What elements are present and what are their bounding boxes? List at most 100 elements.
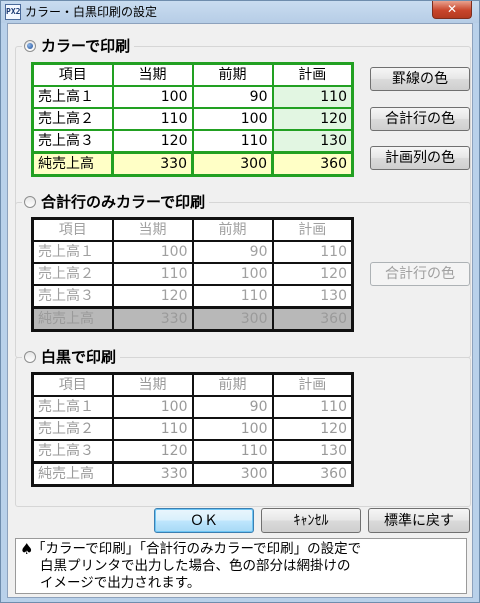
radio-total-row-color[interactable]: 合計行のみカラーで印刷: [22, 192, 210, 212]
info-text-line: イメージで出力されます。: [40, 575, 201, 591]
table-cell: 330: [111, 461, 194, 487]
table-cell: 売上高２: [31, 417, 114, 441]
close-button[interactable]: ✕: [432, 1, 472, 19]
cancel-button[interactable]: ｷｬﾝｾﾙ: [261, 508, 361, 533]
column-header: 前期: [191, 372, 274, 397]
column-header: 当期: [111, 62, 194, 87]
table-cell: 110: [111, 417, 194, 441]
group-color-print: カラーで印刷 項目 当期 前期 計画 売上高１ 100 90 110 売上高２ …: [15, 36, 471, 208]
column-header: 計画: [271, 217, 354, 242]
table-cell: 120: [111, 439, 194, 464]
table-cell: 120: [271, 262, 354, 286]
column-header: 当期: [111, 217, 194, 242]
table-row: 売上高３ 120 110 130: [31, 284, 354, 309]
table-row: 売上高１ 100 90 110: [31, 240, 354, 264]
group-total-row-color: 合計行のみカラーで印刷 項目 当期 前期 計画 売上高１ 100 90 110 …: [15, 192, 471, 358]
table-total-row: 純売上高 330 300 360: [31, 306, 354, 332]
radio-label: 白黒で印刷: [41, 348, 117, 366]
table-cell: 120: [111, 284, 194, 309]
radio-color-print[interactable]: カラーで印刷: [22, 36, 135, 56]
dialog-body: カラーで印刷 項目 当期 前期 計画 売上高１ 100 90 110 売上高２ …: [7, 23, 473, 598]
table-cell: 300: [191, 151, 274, 177]
table-cell: 100: [111, 395, 194, 419]
table-row: 売上高２ 110 100 120: [31, 262, 354, 286]
table-cell: 110: [271, 85, 354, 109]
table-total-row: 純売上高 330 300 360: [31, 461, 354, 487]
table-header-row: 項目 当期 前期 計画: [31, 62, 354, 87]
table-cell: 110: [191, 284, 274, 309]
table-cell: 売上高２: [31, 262, 114, 286]
plan-column-color-button[interactable]: 計画列の色: [370, 146, 470, 170]
column-header: 計画: [271, 372, 354, 397]
table-row: 売上高２ 110 100 120: [31, 417, 354, 441]
ruled-line-color-button[interactable]: 罫線の色: [370, 67, 470, 91]
column-header: 項目: [31, 372, 114, 397]
table-cell: 130: [271, 284, 354, 309]
table-total-row: 純売上高 330 300 360: [31, 151, 354, 177]
table-cell: 90: [191, 240, 274, 264]
table-cell: 330: [111, 151, 194, 177]
table-cell: 300: [191, 306, 274, 332]
table-row: 売上高３ 120 110 130: [31, 129, 354, 154]
app-icon: PX2: [5, 4, 21, 20]
table-header-row: 項目 当期 前期 計画: [31, 217, 354, 242]
reset-default-button[interactable]: 標準に戻す: [368, 508, 470, 533]
table-cell: 110: [111, 262, 194, 286]
table-cell: 90: [191, 85, 274, 109]
table-cell: 130: [271, 439, 354, 464]
table-cell: 110: [191, 439, 274, 464]
column-header: 前期: [191, 217, 274, 242]
table-cell: 売上高１: [31, 85, 114, 109]
table-cell: 120: [271, 417, 354, 441]
table-cell: 360: [271, 151, 354, 177]
radio-label: カラーで印刷: [41, 37, 131, 55]
table-row: 売上高１ 100 90 110: [31, 85, 354, 109]
table-row: 売上高１ 100 90 110: [31, 395, 354, 419]
preview-table-color: 項目 当期 前期 計画 売上高１ 100 90 110 売上高２ 110 100…: [31, 62, 354, 177]
dialog-window: PX2 カラー・白黒印刷の設定 ✕ カラーで印刷 項目 当期 前期 計画 売上高…: [0, 0, 480, 603]
radio-label: 合計行のみカラーで印刷: [41, 193, 206, 211]
table-cell: 110: [271, 395, 354, 419]
table-header-row: 項目 当期 前期 計画: [31, 372, 354, 397]
ok-button[interactable]: ＯＫ: [154, 508, 254, 533]
table-cell: 330: [111, 306, 194, 332]
table-cell: 110: [191, 129, 274, 154]
table-cell: 120: [111, 129, 194, 154]
table-cell: 100: [111, 240, 194, 264]
table-cell: 売上高２: [31, 107, 114, 131]
column-header: 当期: [111, 372, 194, 397]
table-cell: 売上高３: [31, 284, 114, 309]
table-cell: 純売上高: [31, 151, 114, 177]
table-cell: 300: [191, 461, 274, 487]
table-cell: 360: [271, 461, 354, 487]
window-title: カラー・白黒印刷の設定: [25, 5, 158, 19]
table-cell: 売上高１: [31, 240, 114, 264]
total-row-color-button[interactable]: 合計行の色: [370, 107, 470, 131]
total-row-color-button-disabled[interactable]: 合計行の色: [370, 262, 470, 286]
table-cell: 90: [191, 395, 274, 419]
group-mono-print: 白黒で印刷 項目 当期 前期 計画 売上高１ 100 90 110 売上高２ 1…: [15, 347, 471, 507]
table-cell: 120: [271, 107, 354, 131]
info-text-line: 「カラーで印刷」「合計行のみカラーで印刷」の設定で: [32, 541, 362, 557]
table-cell: 純売上高: [31, 306, 114, 332]
table-row: 売上高２ 110 100 120: [31, 107, 354, 131]
info-panel: ♠ 「カラーで印刷」「合計行のみカラーで印刷」の設定で 白黒プリンタで出力した場…: [15, 538, 467, 594]
column-header: 項目: [31, 217, 114, 242]
table-row: 売上高３ 120 110 130: [31, 439, 354, 464]
radio-unchecked-icon[interactable]: [24, 351, 36, 363]
title-bar[interactable]: PX2 カラー・白黒印刷の設定 ✕: [1, 1, 479, 23]
table-cell: 100: [191, 262, 274, 286]
table-cell: 360: [271, 306, 354, 332]
column-header: 計画: [271, 62, 354, 87]
table-cell: 売上高３: [31, 439, 114, 464]
info-text-line: 白黒プリンタで出力した場合、色の部分は網掛けの: [40, 558, 351, 574]
radio-checked-icon[interactable]: [24, 40, 36, 52]
table-cell: 110: [271, 240, 354, 264]
table-cell: 100: [111, 85, 194, 109]
table-cell: 100: [191, 417, 274, 441]
radio-unchecked-icon[interactable]: [24, 196, 36, 208]
radio-mono-print[interactable]: 白黒で印刷: [22, 347, 121, 367]
table-cell: 売上高３: [31, 129, 114, 154]
table-cell: 110: [111, 107, 194, 131]
preview-table-mono: 項目 当期 前期 計画 売上高１ 100 90 110 売上高２ 110 100…: [31, 372, 354, 487]
